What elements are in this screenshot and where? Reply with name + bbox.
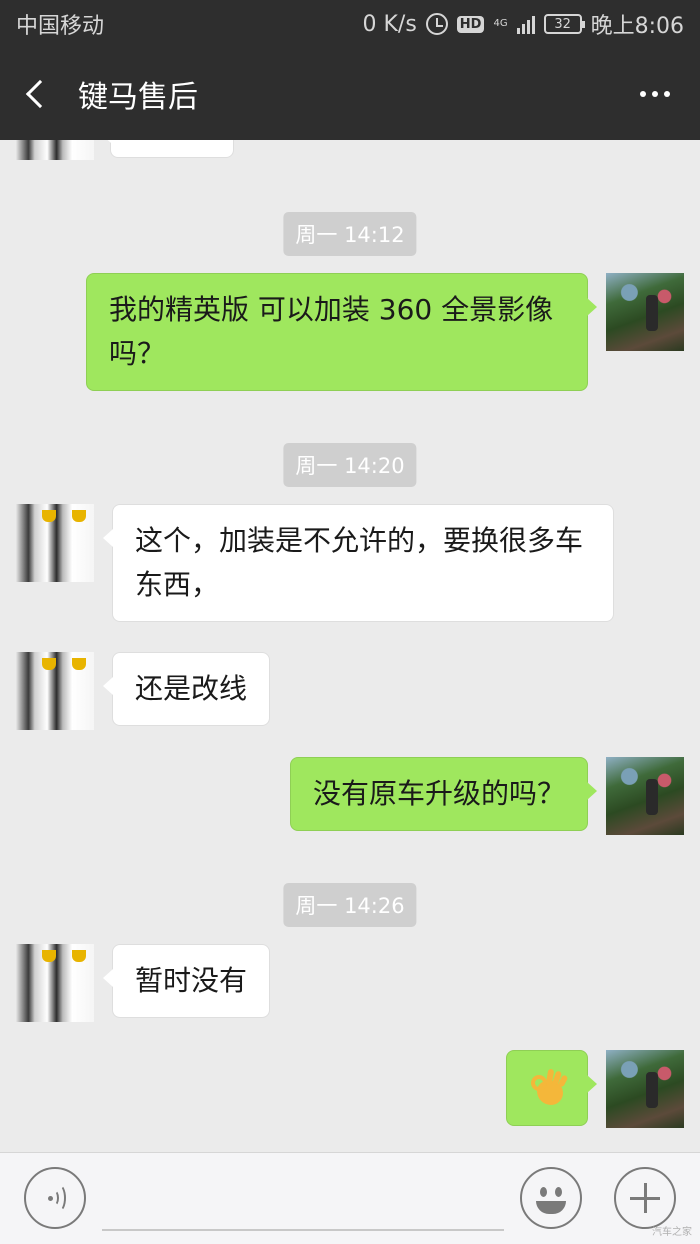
- clock: 晚上8:06: [590, 14, 684, 39]
- carrier-name: 中国移动: [16, 14, 105, 39]
- network-speed: 0 K/s: [362, 11, 417, 37]
- message-bubble[interactable]: 这个，加装是不允许的，要换很多车东西，: [103, 504, 614, 622]
- chat-title: 键马售后: [78, 80, 198, 115]
- emoji-icon[interactable]: [520, 1167, 582, 1229]
- chat-header: 键马售后: [0, 48, 700, 140]
- timestamp: 周一 14:12: [283, 212, 417, 256]
- timestamp: 周一 14:26: [283, 883, 417, 927]
- message-list[interactable]: 周一 14:12 我的精英版 可以加装 360 全景影像吗？ 周一 14:20 …: [0, 140, 700, 1152]
- penguin-avatar[interactable]: [16, 652, 94, 730]
- status-icons: 0 K/s HD 4G 32 晚上8:06: [363, 8, 685, 40]
- message-bubble[interactable]: [101, 140, 234, 158]
- message-bubble[interactable]: 没有原车升级的吗？: [289, 757, 598, 831]
- hd-icon: HD: [456, 15, 485, 33]
- battery-icon: 32: [543, 14, 585, 34]
- plus-icon[interactable]: [614, 1167, 676, 1229]
- status-bar: 中国移动 0 K/s HD 4G 32 晚上8:06: [0, 0, 700, 48]
- voice-icon[interactable]: [24, 1167, 86, 1229]
- landscape-avatar[interactable]: [606, 1050, 684, 1128]
- back-arrow-icon[interactable]: [0, 48, 70, 140]
- input-bar: 汽车之家: [0, 1152, 700, 1244]
- ok-hand-emoji: [529, 1068, 569, 1107]
- message-bubble[interactable]: 暂时没有: [102, 944, 271, 1018]
- network-type: 4G: [493, 18, 508, 29]
- penguin-avatar[interactable]: [16, 944, 94, 1022]
- penguin-avatar[interactable]: [16, 140, 94, 160]
- signal-icon: [516, 14, 535, 34]
- message-bubble[interactable]: [506, 1050, 597, 1126]
- message-bubble[interactable]: 我的精英版 可以加装 360 全景影像吗？: [86, 273, 597, 391]
- alarm-icon: [425, 13, 448, 35]
- watermark: 汽车之家: [652, 1227, 692, 1238]
- landscape-avatar[interactable]: [606, 757, 684, 835]
- message-bubble[interactable]: 还是改线: [102, 652, 271, 726]
- more-dots-icon[interactable]: [610, 48, 700, 140]
- landscape-avatar[interactable]: [606, 273, 684, 351]
- penguin-avatar[interactable]: [16, 504, 94, 582]
- timestamp: 周一 14:20: [283, 443, 417, 487]
- message-input[interactable]: [102, 1229, 504, 1231]
